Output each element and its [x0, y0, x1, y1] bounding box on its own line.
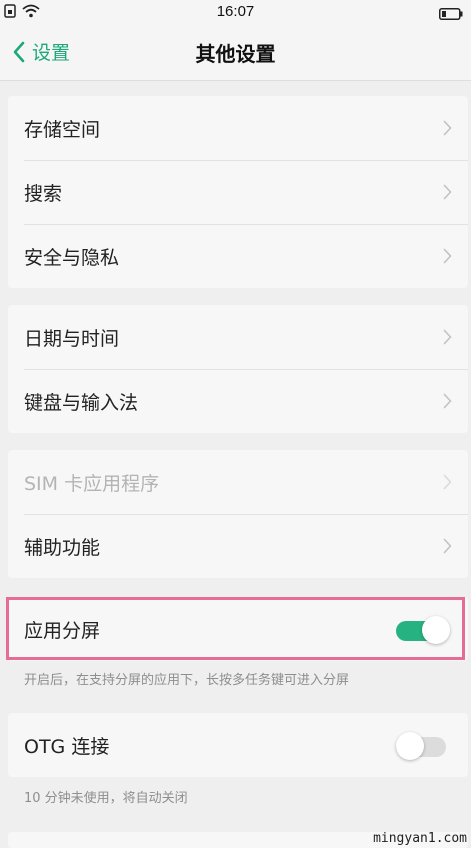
settings-item-search[interactable]: 搜索: [8, 160, 468, 224]
settings-item-label: 辅助功能: [24, 536, 101, 559]
settings-item-accessibility[interactable]: 辅助功能: [8, 514, 468, 578]
nav-bar: 设置 其他设置: [0, 24, 471, 81]
settings-item-split-screen[interactable]: 应用分屏: [8, 597, 468, 661]
chevron-right-icon: [443, 248, 452, 264]
status-time: 16:07: [216, 3, 255, 20]
toggle-knob: [396, 732, 424, 760]
settings-group-1: 存储空间 搜索 安全与隐私: [8, 96, 468, 288]
settings-group-2: 日期与时间 键盘与输入法: [8, 305, 468, 433]
chevron-right-icon: [443, 329, 452, 345]
otg-hint: 10 分钟未使用，将自动关闭: [24, 791, 188, 806]
otg-card: OTG 连接: [8, 713, 468, 777]
split-screen-hint: 开启后，在支持分屏的应用下，长按多任务键可进入分屏: [24, 673, 350, 688]
chevron-right-icon: [443, 474, 452, 490]
settings-item-keyboard-input[interactable]: 键盘与输入法: [8, 369, 468, 433]
settings-item-label: 键盘与输入法: [24, 391, 139, 414]
settings-item-date-time[interactable]: 日期与时间: [8, 305, 468, 369]
watermark-text: mingyan1.com: [373, 831, 467, 846]
settings-item-storage[interactable]: 存储空间: [8, 96, 468, 160]
otg-toggle[interactable]: [396, 731, 450, 761]
chevron-right-icon: [443, 393, 452, 409]
settings-item-label: 存储空间: [24, 118, 101, 141]
settings-item-otg[interactable]: OTG 连接: [8, 713, 468, 777]
settings-item-label: 搜索: [24, 182, 63, 205]
settings-item-label: 日期与时间: [24, 327, 120, 350]
split-screen-card: 应用分屏: [8, 597, 468, 661]
chevron-right-icon: [443, 184, 452, 200]
page-title: 其他设置: [195, 42, 276, 66]
split-screen-toggle[interactable]: [396, 615, 450, 645]
settings-item-security-privacy[interactable]: 安全与隐私: [8, 224, 468, 288]
otg-label: OTG 连接: [24, 735, 110, 758]
battery-icon: [439, 5, 463, 24]
status-bar: 16:07: [0, 0, 471, 24]
settings-item-label: 安全与隐私: [24, 246, 120, 269]
split-screen-label: 应用分屏: [24, 619, 101, 642]
chevron-right-icon: [443, 538, 452, 554]
settings-item-sim-apps: SIM 卡应用程序: [8, 450, 468, 514]
settings-group-3: SIM 卡应用程序 辅助功能: [8, 450, 468, 578]
toggle-knob: [422, 616, 450, 644]
settings-item-label: SIM 卡应用程序: [24, 472, 160, 495]
chevron-right-icon: [443, 120, 452, 136]
